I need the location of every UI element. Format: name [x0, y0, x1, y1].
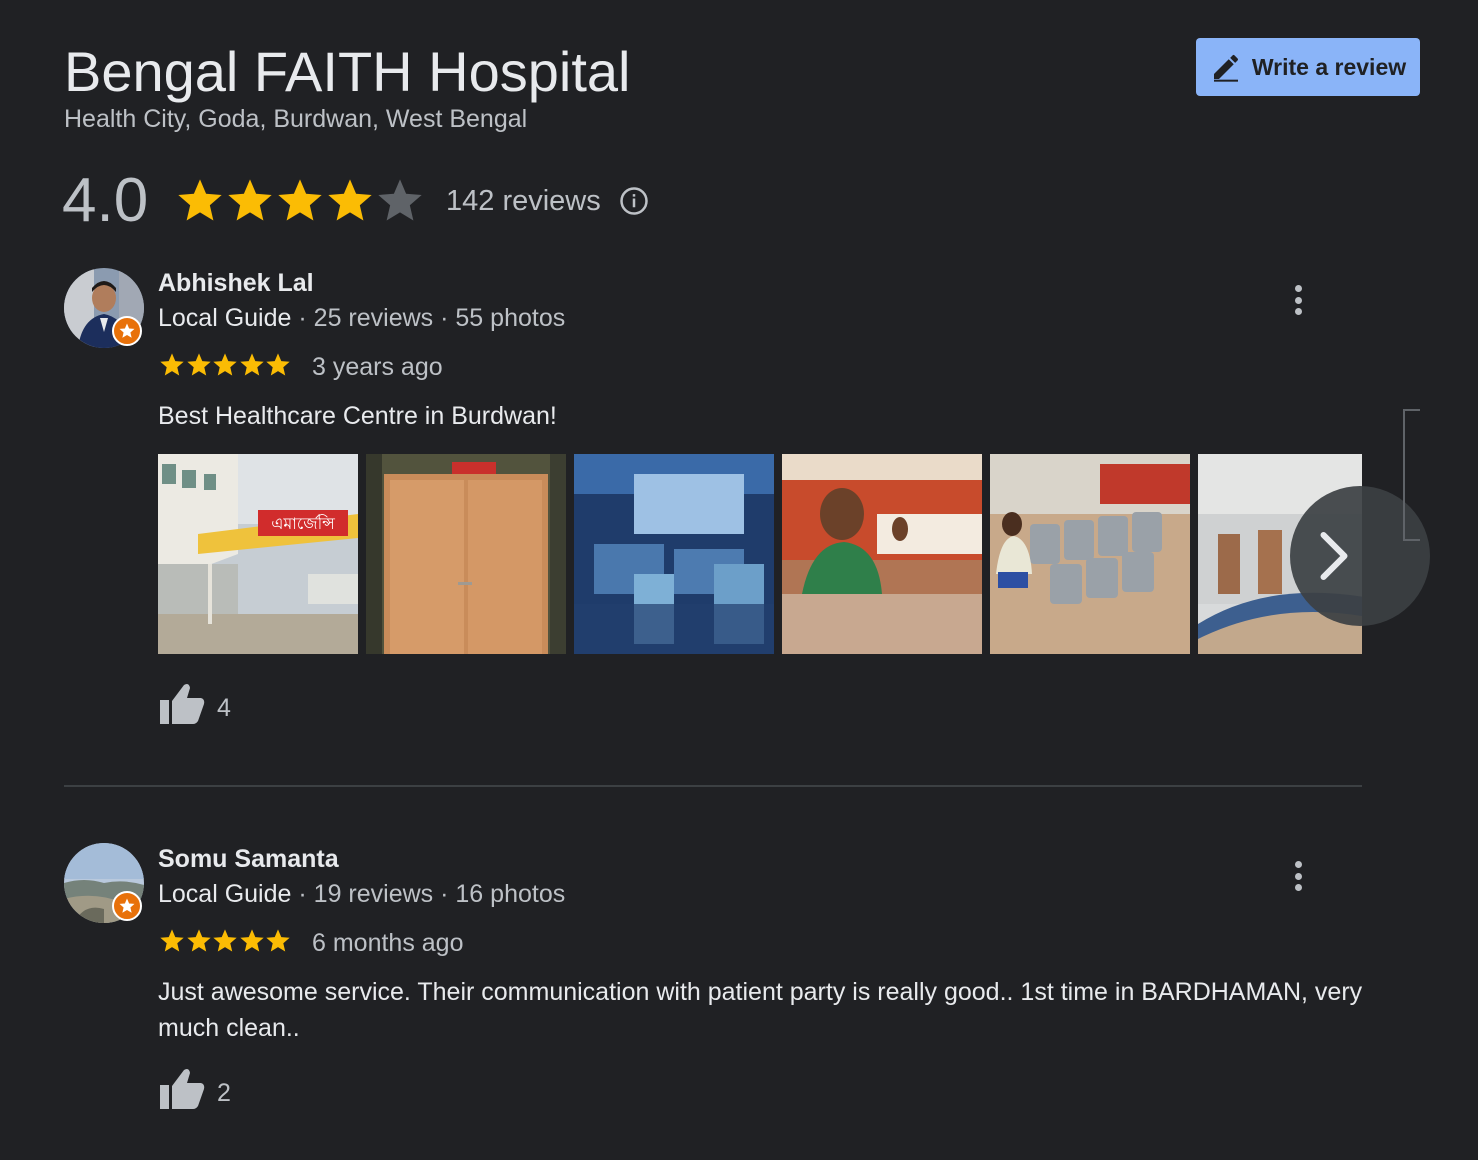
local-guide-label: Local Guide [158, 304, 292, 332]
star-empty-icon [378, 179, 422, 221]
star-filled-icon [186, 353, 211, 376]
star-filled-icon [186, 929, 211, 952]
place-title: Bengal FAITH Hospital [64, 40, 631, 103]
reviewer-name[interactable]: Abhishek Lal [158, 268, 314, 298]
reviewer-photo-count: 16 photos [455, 880, 566, 908]
star-filled-icon [160, 353, 184, 376]
like-count: 2 [217, 1079, 231, 1107]
more-options-icon[interactable] [1292, 285, 1304, 315]
review-stars [158, 927, 291, 955]
reviewer-name[interactable]: Somu Samanta [158, 844, 339, 874]
review-text: Just awesome service. Their communicatio… [158, 978, 1363, 1042]
thumbs-up-icon[interactable] [158, 682, 206, 726]
star-filled-icon [213, 353, 237, 376]
local-guide-badge-icon [112, 891, 142, 921]
review-photos: এমার্জেন্সি [158, 454, 1362, 654]
review-text: Best Healthcare Centre in Burdwan! [158, 402, 557, 430]
reviewer-review-count: 25 reviews [313, 304, 434, 332]
reviewer-meta: Local Guide · 19 reviews · 16 photos [158, 880, 566, 908]
local-guide-label: Local Guide [158, 880, 292, 908]
review-time: 6 months ago [312, 929, 464, 957]
rating-summary: 4.0 142 reviews [62, 166, 649, 236]
star-filled-icon [228, 179, 272, 221]
rating-value: 4.0 [62, 166, 149, 235]
review-photo[interactable]: এমার্জেন্সি [158, 454, 358, 654]
review-photo[interactable] [782, 454, 982, 654]
star-filled-icon [278, 179, 322, 221]
star-filled-icon [266, 353, 290, 376]
reviewer-meta: Local Guide · 25 reviews · 55 photos [158, 304, 566, 332]
more-options-icon[interactable] [1292, 861, 1304, 891]
review-photo[interactable] [990, 454, 1190, 654]
pencil-icon [1213, 54, 1238, 82]
review-photo[interactable] [366, 454, 566, 654]
local-guide-badge-icon [112, 316, 142, 346]
write-review-button[interactable]: Write a review [1196, 38, 1420, 96]
review-divider [64, 785, 1362, 787]
like-count: 4 [217, 694, 231, 722]
info-icon[interactable] [619, 186, 649, 216]
star-filled-icon [213, 929, 237, 952]
photo-sign-text: এমার্জেন্সি [271, 514, 335, 533]
star-filled-icon [239, 353, 264, 376]
scroll-indicator[interactable] [1403, 409, 1420, 541]
thumbs-up-icon[interactable] [158, 1067, 206, 1111]
star-filled-icon [160, 929, 184, 952]
review-count: 142 reviews [446, 185, 601, 217]
star-filled-icon [328, 179, 372, 221]
review-time: 3 years ago [312, 353, 443, 381]
star-filled-icon [239, 929, 264, 952]
write-review-label: Write a review [1251, 53, 1407, 80]
chevron-right-icon [1320, 532, 1348, 580]
reviewer-review-count: 19 reviews [313, 880, 434, 908]
rating-stars [174, 175, 424, 227]
review-stars [158, 351, 291, 379]
review-photo[interactable] [574, 454, 774, 654]
star-filled-icon [266, 929, 290, 952]
place-address: Health City, Goda, Burdwan, West Bengal [64, 105, 528, 133]
star-filled-icon [178, 179, 222, 221]
reviewer-photo-count: 55 photos [455, 304, 566, 332]
